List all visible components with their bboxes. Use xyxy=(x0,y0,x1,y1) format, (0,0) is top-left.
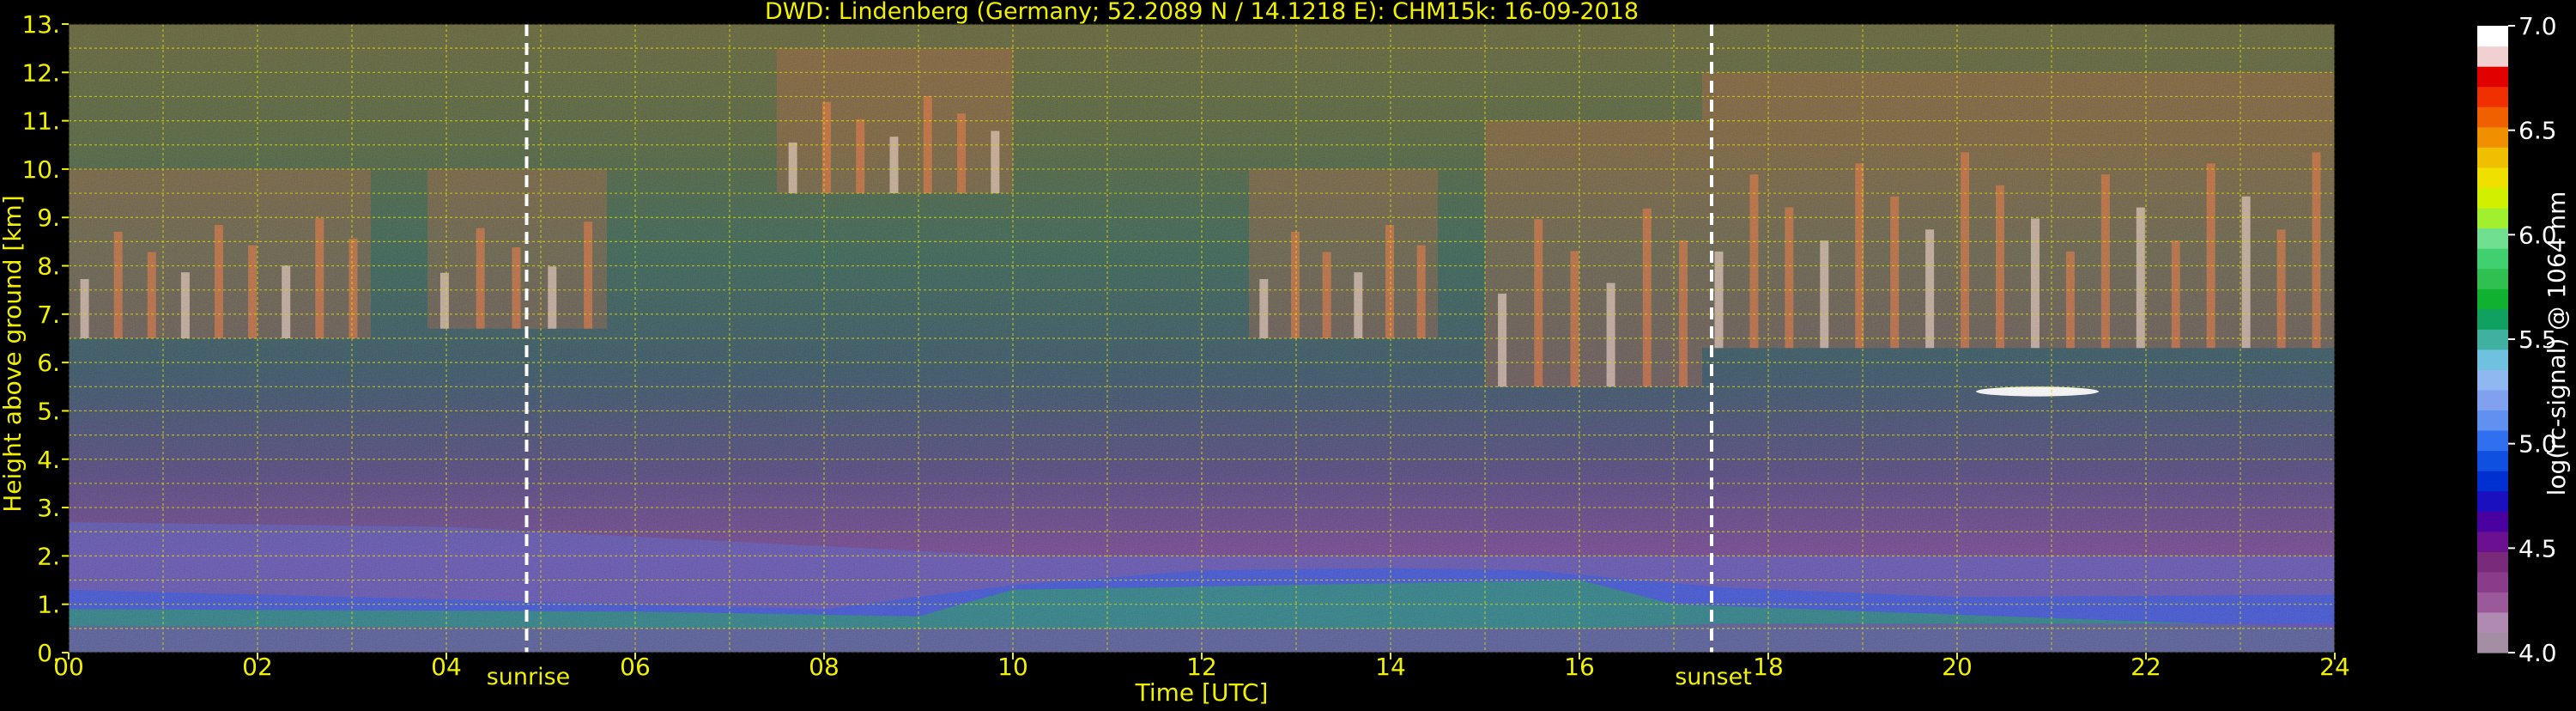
y-tick-label: 1. xyxy=(37,591,60,619)
y-tick-label: 6. xyxy=(37,349,60,377)
colorbar-segment xyxy=(2477,450,2508,471)
colorbar-segment xyxy=(2477,611,2508,634)
y-tick-label: 0. xyxy=(37,639,60,667)
x-tick-label: 02 xyxy=(242,653,273,681)
x-tick-label: 24 xyxy=(2319,653,2350,681)
colorbar-segment xyxy=(2477,106,2508,128)
y-tick-label: 4. xyxy=(37,446,60,474)
y-tick-label: 7. xyxy=(37,301,60,329)
colorbar-segment xyxy=(2477,167,2508,188)
y-tick-label: 11. xyxy=(21,107,60,136)
y-tick-label: 9. xyxy=(37,204,60,232)
colorbar-segment xyxy=(2477,289,2508,310)
y-axis-ticks: 0. 1. 2. 3. 4. 5. 6. 7. 8. 9. 10. 11. 12. 13. xyxy=(21,10,69,667)
y-tick-label: 8. xyxy=(37,252,60,281)
colorbar-segment xyxy=(2477,490,2508,512)
y-tick-label: 10. xyxy=(21,155,60,184)
colorbar-segment xyxy=(2477,592,2508,613)
colorbar-segment xyxy=(2477,147,2508,168)
colorbar-segment xyxy=(2477,389,2508,411)
colorbar-segment xyxy=(2477,86,2508,107)
colorbar-segment xyxy=(2477,228,2508,249)
colorbar-segment xyxy=(2477,66,2508,88)
colorbar-segment xyxy=(2477,349,2508,370)
colorbar-segment xyxy=(2477,26,2508,47)
colorbar-segment xyxy=(2477,369,2508,391)
sunrise-label: sunrise xyxy=(487,664,571,690)
colorbar-segment xyxy=(2477,187,2508,209)
colorbar-tick-label: 4.5 xyxy=(2518,534,2557,562)
colorbar-tick-label: 4.0 xyxy=(2518,639,2557,667)
colorbar-segment xyxy=(2477,571,2508,592)
colorbar-segment xyxy=(2477,248,2508,270)
colorbar-segment xyxy=(2477,471,2508,492)
colorbar-segment xyxy=(2477,531,2508,552)
x-tick-label: 04 xyxy=(431,653,462,681)
x-tick-label: 06 xyxy=(620,653,651,681)
x-tick-label: 16 xyxy=(1564,653,1595,681)
sunset-label: sunset xyxy=(1675,664,1752,690)
colorbar-segment xyxy=(2477,410,2508,431)
colorbar-segment xyxy=(2477,126,2508,148)
x-axis-ticks: 00 02 04 06 08 10 12 14 16 18 20 22 24 xyxy=(53,653,2350,681)
colorbar-segment xyxy=(2477,268,2508,289)
colorbar-segment xyxy=(2477,46,2508,67)
y-tick-label: 5. xyxy=(37,397,60,425)
colorbar-segment xyxy=(2477,329,2508,350)
colorbar-tick-label: 7.0 xyxy=(2518,12,2557,40)
y-tick-label: 2. xyxy=(37,542,60,570)
colorbar-tick-label: 6.5 xyxy=(2518,117,2557,145)
ceilometer-plot: sunrise sunset 00 02 04 06 08 10 12 14 16 18 20 22 24… xyxy=(0,0,2576,708)
chart-svg: sunrise sunset 00 02 04 06 08 10 12 14 16 18 20 22 24… xyxy=(0,0,2571,707)
x-tick-label: 10 xyxy=(997,653,1028,681)
x-tick-label: 22 xyxy=(2131,653,2161,681)
x-tick-label: 18 xyxy=(1753,653,1784,681)
x-tick-label: 20 xyxy=(1942,653,1973,681)
chart-title: DWD: Lindenberg (Germany; 52.2089 N / 14… xyxy=(765,0,1639,25)
colorbar-segment xyxy=(2477,511,2508,532)
x-tick-label: 08 xyxy=(809,653,839,681)
y-tick-label: 12. xyxy=(21,58,60,87)
colorbar-segment xyxy=(2477,632,2508,653)
x-axis-label: Time [UTC] xyxy=(1135,678,1269,707)
colorbar-segment xyxy=(2477,308,2508,330)
y-axis-label: Height above ground [km] xyxy=(0,195,27,513)
y-tick-label: 3. xyxy=(37,494,60,522)
colorbar-segment xyxy=(2477,207,2508,229)
colorbar-segment xyxy=(2477,429,2508,452)
y-tick-label: 13. xyxy=(21,10,60,39)
colorbar-label: log(rc-signal) @ 1064 nm xyxy=(2543,191,2571,496)
x-tick-label: 12 xyxy=(1186,653,1217,681)
colorbar-segment xyxy=(2477,551,2508,573)
x-tick-label: 14 xyxy=(1375,653,1406,681)
